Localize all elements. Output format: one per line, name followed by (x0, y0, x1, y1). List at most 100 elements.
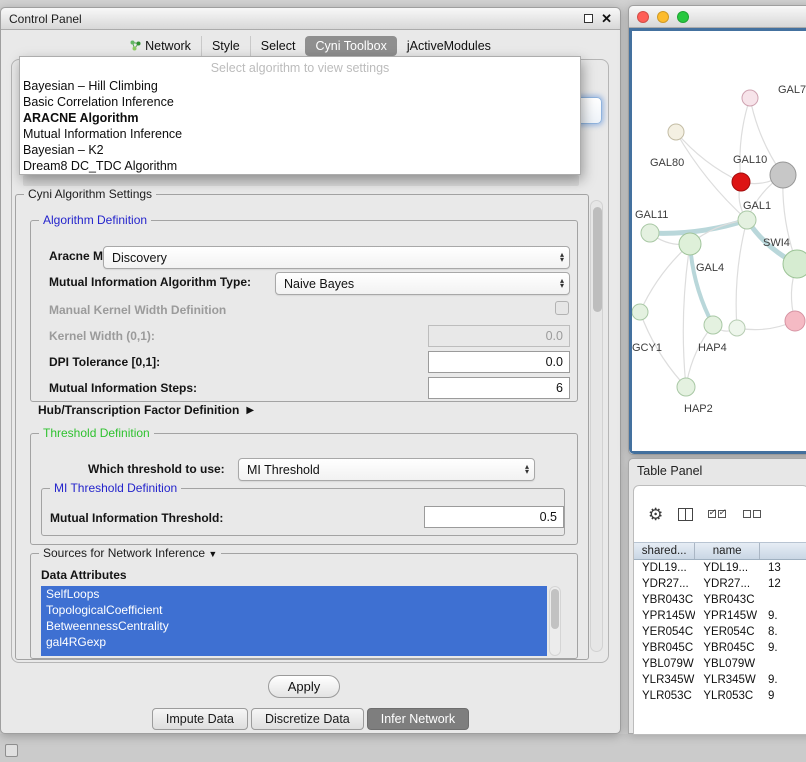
attribute-item-betweennesscentrality[interactable]: BetweennessCentrality (41, 618, 547, 634)
algorithm-option-bayesian-k2[interactable]: Bayesian – K2 (20, 142, 580, 158)
apply-button[interactable]: Apply (268, 675, 340, 698)
aracne-mode-select[interactable]: Discovery ▴▾ (103, 246, 570, 269)
attribute-item-gal4rgexp[interactable]: gal4RGexp (41, 634, 547, 650)
column-header-blank[interactable] (760, 543, 806, 559)
graph-edge[interactable] (686, 325, 713, 387)
which-threshold-select[interactable]: MI Threshold ▴▾ (238, 458, 535, 481)
hub-node[interactable] (770, 162, 796, 188)
tab-select[interactable]: Select (250, 36, 306, 56)
tab-style[interactable]: Style (201, 36, 250, 56)
node-label-gal11: GAL11 (635, 209, 668, 221)
table-row[interactable]: YBR045CYBR045C9. (634, 640, 806, 656)
graph-edge[interactable] (676, 132, 741, 182)
table-row[interactable]: YBL079WYBL079W (634, 656, 806, 672)
deselect-all-icon[interactable] (743, 510, 763, 518)
gear-icon[interactable]: ⚙ (648, 506, 663, 523)
threshold-definition-title: Threshold Definition (39, 426, 154, 440)
node-table-card: ⚙ shared...name YDL19...YDL19...13YDR27.… (633, 485, 806, 735)
graph-edge[interactable] (683, 244, 690, 387)
right-large-node[interactable] (783, 250, 806, 278)
table-cell: YER054C (695, 624, 760, 640)
algorithm-option-aracne-algorithm[interactable]: ARACNE Algorithm (20, 110, 580, 126)
table-row[interactable]: YDL19...YDL19...13 (634, 560, 806, 576)
tab-jactivemodules[interactable]: jActiveModules (397, 36, 501, 56)
graph-edge[interactable] (690, 244, 713, 325)
desktop-bottom-strip (0, 734, 806, 762)
settings-scrollbar[interactable] (590, 200, 603, 652)
tab-cyni-toolbox[interactable]: Cyni Toolbox (305, 36, 396, 56)
table-cell: YER054C (634, 624, 695, 640)
graph-edge[interactable] (736, 220, 747, 328)
tab-label: Network (145, 39, 191, 53)
attribute-item-topologicalcoefficient[interactable]: TopologicalCoefficient (41, 602, 547, 618)
bottom-tab-discretize-data[interactable]: Discretize Data (251, 708, 364, 730)
data-attributes-list: SelfLoopsTopologicalCoefficientBetweenne… (41, 586, 547, 656)
column-header-name[interactable]: name (695, 543, 760, 559)
gal10-node[interactable] (732, 173, 750, 191)
scrollbar-thumb[interactable] (593, 207, 602, 312)
algorithm-placeholder-option[interactable]: Select algorithm to view settings (20, 59, 580, 78)
cyni-settings-title: Cyni Algorithm Settings (24, 187, 156, 201)
mi-steps-input[interactable] (428, 377, 570, 399)
obscured-control (23, 175, 579, 186)
table-row[interactable]: YLR345WYLR345W9. (634, 672, 806, 688)
graph-edge[interactable] (740, 98, 750, 182)
dpi-tolerance-label: DPI Tolerance [0,1]: (49, 355, 160, 369)
table-cell: YBR045C (634, 640, 695, 656)
hap4-node[interactable] (704, 316, 722, 334)
tab-network[interactable]: Network (120, 36, 201, 56)
columns-icon[interactable] (678, 508, 693, 521)
hap2-node[interactable] (677, 378, 695, 396)
right-pink-node[interactable] (785, 311, 805, 331)
select-all-icon[interactable] (708, 510, 728, 518)
gal7-node[interactable] (742, 90, 758, 106)
table-cell: 9. (760, 672, 806, 688)
cyni-mode-tabs: Impute DataDiscretize DataInfer Network (1, 708, 620, 730)
gal4-node[interactable] (679, 233, 701, 255)
dpi-tolerance-input[interactable] (428, 351, 570, 373)
table-row[interactable]: YLR053CYLR053C9 (634, 688, 806, 704)
control-panel-titlebar[interactable]: Control Panel ✕ (1, 8, 620, 30)
mi-threshold-input[interactable] (424, 506, 564, 528)
close-button[interactable] (637, 11, 649, 23)
close-window-icon[interactable]: ✕ (601, 14, 612, 24)
attribute-item-partial[interactable] (41, 650, 547, 656)
network-canvas[interactable]: GAL7GAL80GAL10GAL11GAL1SWI4GAL4GCY1HAP4H… (632, 31, 806, 451)
algorithm-option-bayesian-hill-climbing[interactable]: Bayesian – Hill Climbing (20, 78, 580, 94)
algorithm-option-mutual-information-inference[interactable]: Mutual Information Inference (20, 126, 580, 142)
minimize-button[interactable] (657, 11, 669, 23)
desktop: Control Panel ✕ Network StyleSelectCyni T… (0, 0, 806, 762)
table-row[interactable]: YDR27...YDR27...12 (634, 576, 806, 592)
column-header-shared[interactable]: shared... (634, 543, 695, 559)
bottom-tab-infer-network[interactable]: Infer Network (367, 708, 469, 730)
graph-edge[interactable] (650, 220, 747, 233)
kernel-width-input (428, 325, 570, 347)
table-row[interactable]: YPR145WYPR145W9. (634, 608, 806, 624)
algorithm-option-dream8-dc-tdc-algorithm[interactable]: Dream8 DC_TDC Algorithm (20, 158, 580, 174)
mi-algorithm-type-select[interactable]: Naive Bayes ▴▾ (275, 272, 570, 295)
gal1-node[interactable] (738, 211, 756, 229)
float-window-icon[interactable] (584, 14, 593, 23)
zoom-button[interactable] (677, 11, 689, 23)
collapse-arrow-icon[interactable]: ▼ (208, 549, 217, 559)
bottom-tab-impute-data[interactable]: Impute Data (152, 708, 248, 730)
gal11-node[interactable] (641, 224, 659, 242)
hub-definition-toggle[interactable]: Hub/Transcription Factor Definition ▶ (38, 403, 254, 417)
attributes-scrollbar[interactable] (549, 586, 561, 656)
minimized-panel-icon[interactable] (5, 744, 18, 757)
table-panel-title: Table Panel (629, 459, 806, 483)
algorithm-definition-group: Algorithm Definition Aracne Mode: Discov… (30, 220, 578, 402)
network-window-titlebar[interactable] (629, 6, 806, 28)
table-row[interactable]: YER054CYER054C8. (634, 624, 806, 640)
table-cell: YBL079W (634, 656, 695, 672)
algorithm-option-basic-correlation-inference[interactable]: Basic Correlation Inference (20, 94, 580, 110)
mid-node[interactable] (729, 320, 745, 336)
graph-edge[interactable] (640, 244, 690, 312)
attribute-item-selfloops[interactable]: SelfLoops (41, 586, 547, 602)
table-cell: YPR145W (695, 608, 760, 624)
gal80-node[interactable] (668, 124, 684, 140)
scrollbar-thumb[interactable] (551, 589, 559, 629)
table-row[interactable]: YBR043CYBR043C (634, 592, 806, 608)
gcy1-node[interactable] (632, 304, 648, 320)
mi-threshold-group: MI Threshold Definition Mutual Informati… (41, 488, 565, 536)
